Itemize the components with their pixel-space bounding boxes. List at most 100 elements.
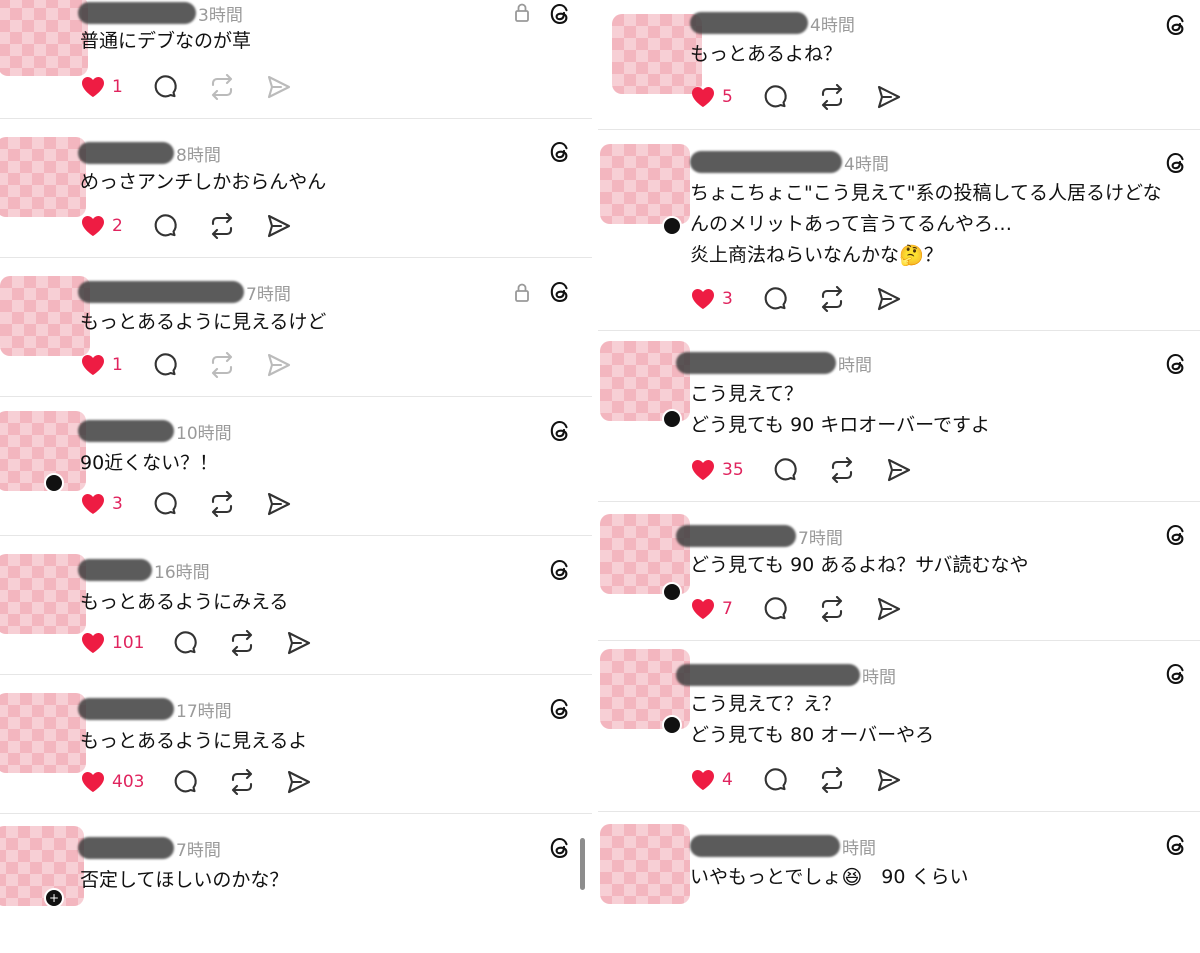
repost-button[interactable] [828, 457, 856, 483]
post-text: 普通にデブなのが草 [80, 26, 251, 57]
reply-button[interactable] [762, 767, 788, 793]
share-button[interactable] [876, 84, 902, 110]
post-text-line: 普通にデブなのが草 [80, 30, 252, 52]
repost-button[interactable] [228, 769, 256, 795]
share-button[interactable] [886, 457, 912, 483]
repost-button[interactable] [208, 74, 236, 100]
username-redacted[interactable] [78, 420, 174, 442]
like-button[interactable]: 7 [690, 597, 734, 621]
username-redacted[interactable] [78, 559, 152, 581]
avatar[interactable] [600, 824, 690, 904]
reply-button[interactable] [172, 630, 198, 656]
like-button[interactable]: 5 [690, 85, 734, 109]
repost-button[interactable] [208, 352, 236, 378]
reply-button[interactable] [152, 74, 178, 100]
reply-button[interactable] [762, 286, 788, 312]
share-button[interactable] [286, 630, 312, 656]
comment-icon [175, 770, 198, 793]
avatar[interactable] [612, 14, 702, 94]
repost-button[interactable] [208, 213, 236, 239]
repost-button[interactable] [818, 767, 846, 793]
threads-icon[interactable] [547, 1, 573, 27]
follow-badge[interactable] [662, 409, 682, 429]
like-button[interactable]: 1 [80, 75, 124, 99]
threads-icon[interactable] [1163, 522, 1189, 548]
repost-button[interactable] [228, 630, 256, 656]
threads-icon[interactable] [547, 418, 573, 444]
like-button[interactable]: 101 [80, 631, 144, 655]
threads-icon[interactable] [1163, 351, 1189, 377]
share-button[interactable] [266, 491, 292, 517]
share-button[interactable] [266, 352, 292, 378]
follow-badge[interactable] [662, 216, 682, 236]
reply-button[interactable] [152, 491, 178, 517]
avatar[interactable]: + [0, 826, 84, 908]
username-redacted[interactable] [78, 281, 244, 303]
reply-button[interactable] [152, 213, 178, 239]
repost-button[interactable] [208, 491, 236, 517]
like-button[interactable]: 3 [80, 492, 124, 516]
follow-badge[interactable] [44, 473, 64, 493]
like-button[interactable]: 35 [690, 458, 744, 482]
follow-badge[interactable] [662, 582, 682, 602]
threads-icon[interactable] [547, 557, 573, 583]
reply-button[interactable] [172, 769, 198, 795]
post-actions: 2 [80, 213, 322, 239]
threads-icon[interactable] [547, 139, 573, 165]
like-button[interactable]: 403 [80, 770, 144, 794]
like-button[interactable]: 4 [690, 768, 734, 792]
like-button[interactable]: 1 [80, 353, 124, 377]
like-button[interactable]: 3 [690, 287, 734, 311]
avatar[interactable] [0, 693, 86, 773]
repost-button[interactable] [818, 286, 846, 312]
avatar[interactable] [600, 144, 690, 236]
repost-button[interactable] [818, 596, 846, 622]
share-button[interactable] [286, 769, 312, 795]
scrollbar[interactable] [580, 838, 585, 890]
username-redacted[interactable] [690, 151, 842, 173]
post-text-line: もっとあるよね？ [690, 43, 843, 65]
share-button[interactable] [266, 213, 292, 239]
avatar[interactable] [0, 276, 90, 356]
threads-icon[interactable] [1163, 12, 1189, 38]
share-button[interactable] [876, 286, 902, 312]
heart-filled-icon [692, 599, 714, 619]
threads-icon[interactable] [547, 835, 573, 861]
username-redacted[interactable] [78, 142, 174, 164]
like-count: 35 [722, 460, 744, 480]
repost-button[interactable] [818, 84, 846, 110]
threads-icon[interactable] [547, 279, 573, 305]
username-redacted[interactable] [676, 525, 796, 547]
threads-icon[interactable] [1163, 150, 1189, 176]
threads-icon[interactable] [1163, 661, 1189, 687]
heart-filled-icon [82, 772, 104, 792]
username-redacted[interactable] [690, 835, 840, 857]
avatar[interactable] [0, 137, 86, 217]
share-button[interactable] [876, 767, 902, 793]
reply-button[interactable] [762, 84, 788, 110]
like-count: 403 [112, 772, 145, 792]
username-redacted[interactable] [78, 2, 196, 24]
send-icon [887, 458, 910, 482]
avatar[interactable] [600, 649, 690, 735]
avatar[interactable] [0, 554, 86, 634]
post-text: いやもっとでしょ😆 90 くらい [690, 862, 969, 893]
username-redacted[interactable] [78, 698, 174, 720]
username-redacted[interactable] [676, 664, 860, 686]
threads-icon[interactable] [547, 696, 573, 722]
share-button[interactable] [266, 74, 292, 100]
reply-button[interactable] [152, 352, 178, 378]
username-redacted[interactable] [690, 12, 808, 34]
follow-badge[interactable]: + [44, 888, 64, 908]
username-redacted[interactable] [78, 837, 174, 859]
reply-button[interactable] [772, 457, 798, 483]
avatar[interactable] [0, 411, 86, 493]
username-redacted[interactable] [676, 352, 836, 374]
post-actions: 3 [690, 286, 932, 312]
threads-icon[interactable] [1163, 832, 1189, 858]
share-button[interactable] [876, 596, 902, 622]
like-button[interactable]: 2 [80, 214, 124, 238]
avatar[interactable] [0, 0, 88, 76]
follow-badge[interactable] [662, 715, 682, 735]
reply-button[interactable] [762, 596, 788, 622]
